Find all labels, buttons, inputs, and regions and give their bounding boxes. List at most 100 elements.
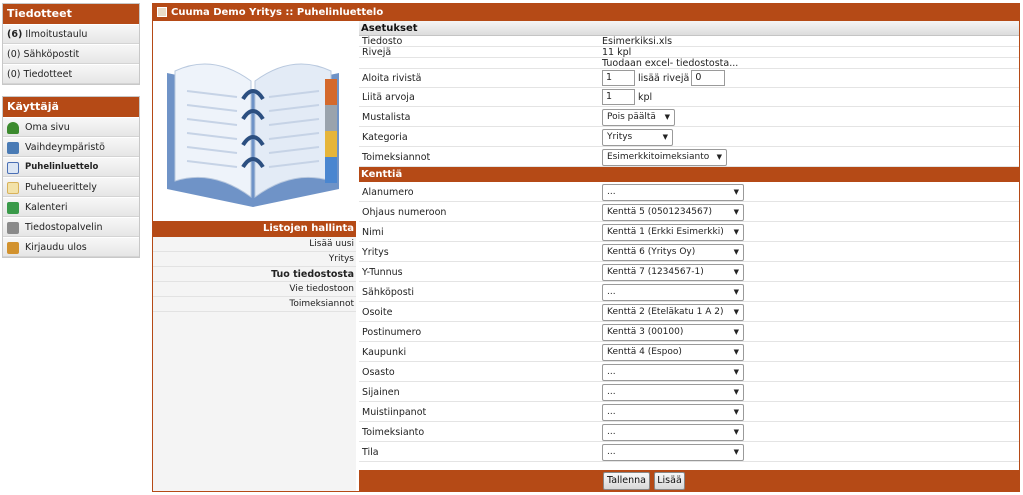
sidebar-item-label: Tiedotteet xyxy=(23,69,73,80)
start-row-label: Aloita rivistä xyxy=(362,73,422,84)
dropdown-arrow-icon: ▼ xyxy=(716,153,722,161)
start-row-input[interactable]: 1 xyxy=(602,70,635,86)
category-select[interactable]: Yritys ▼ xyxy=(602,129,673,146)
importing-status-text: Tuodaan excel- tiedostosta... xyxy=(602,58,739,69)
rows-label: Rivejä xyxy=(362,47,392,58)
sidebar-item-label: Oma sivu xyxy=(25,122,70,133)
blacklist-select[interactable]: Pois päältä ▼ xyxy=(602,109,675,126)
field-mapping-select[interactable]: Kenttä 4 (Espoo) ▼ xyxy=(602,344,744,361)
field-mapping-value: ... xyxy=(607,407,616,417)
field-mapping-select[interactable]: Kenttä 6 (Yritys Oy) ▼ xyxy=(602,244,744,261)
book-illustration-area xyxy=(153,21,356,221)
field-mapping-select[interactable]: ... ▼ xyxy=(602,384,744,401)
field-label: Kaupunki xyxy=(362,347,407,358)
field-mapping-select[interactable]: ... ▼ xyxy=(602,364,744,381)
app-icon xyxy=(157,7,167,17)
sidebar-item-ilmoitustaulu[interactable]: (6) Ilmoitustaulu xyxy=(3,24,139,44)
dropdown-arrow-icon: ▼ xyxy=(733,348,739,356)
menu-link-add-new[interactable]: Lisää uusi xyxy=(153,237,356,252)
sidebar-item-vaihdeymparisto[interactable]: Vaihdeympäristö xyxy=(3,137,139,157)
field-mapping-select[interactable]: Kenttä 3 (00100) ▼ xyxy=(602,324,744,341)
save-button[interactable]: Tallenna xyxy=(603,472,650,490)
calendar-icon xyxy=(7,201,19,214)
assignments-row: Toimeksiannot Esimerkkitoimeksianto ▼ xyxy=(359,147,1019,167)
dropdown-arrow-icon: ▼ xyxy=(733,328,739,336)
field-label: Yritys xyxy=(362,247,389,258)
attach-values-controls: 1 kpl xyxy=(602,89,654,105)
attach-values-unit: kpl xyxy=(638,91,653,103)
blacklist-row: Mustalista Pois päältä ▼ xyxy=(359,107,1019,127)
sidebar-item-label: Ilmoitustaulu xyxy=(25,29,88,40)
field-mapping-value: Kenttä 3 (00100) xyxy=(607,327,684,337)
field-label: Y-Tunnus xyxy=(362,267,403,278)
field-row: Sijainen ... ▼ xyxy=(359,382,1019,402)
field-label: Sijainen xyxy=(362,387,400,398)
add-rows-input[interactable]: 0 xyxy=(691,70,726,86)
blacklist-select-value: Pois päältä xyxy=(607,112,656,122)
attach-values-row: Liitä arvoja 1 kpl xyxy=(359,88,1019,107)
field-mapping-select[interactable]: Kenttä 7 (1234567-1) ▼ xyxy=(602,264,744,281)
sidebar-item-label: Kalenteri xyxy=(25,202,68,213)
dropdown-arrow-icon: ▼ xyxy=(733,308,739,316)
field-mapping-value: ... xyxy=(607,427,616,437)
field-mapping-select[interactable]: ... ▼ xyxy=(602,404,744,421)
dropdown-arrow-icon: ▼ xyxy=(733,428,739,436)
sidebar-item-count: (0) xyxy=(7,69,21,80)
field-mapping-select[interactable]: ... ▼ xyxy=(602,184,744,201)
field-mapping-select[interactable]: ... ▼ xyxy=(602,444,744,461)
field-label: Sähköposti xyxy=(362,287,415,298)
dropdown-arrow-icon: ▼ xyxy=(733,248,739,256)
menu-link-export-file[interactable]: Vie tiedostoon xyxy=(153,282,356,297)
add-rows-label: lisää rivejä xyxy=(638,72,690,84)
settings-section-title: Asetukset xyxy=(359,21,1019,36)
field-mapping-select[interactable]: Kenttä 2 (Eteläkatu 1 A 2) ▼ xyxy=(602,304,744,321)
start-row-controls: 1 lisää rivejä 0 xyxy=(602,70,726,86)
dropdown-arrow-icon: ▼ xyxy=(733,288,739,296)
sidebar-item-label: Puhelueerittely xyxy=(25,182,97,193)
attach-values-input[interactable]: 1 xyxy=(602,89,635,105)
sidebar-item-puhelueerittely[interactable]: Puhelueerittely xyxy=(3,177,139,197)
assignments-select[interactable]: Esimerkkitoimeksianto ▼ xyxy=(602,149,727,166)
sidebar-item-label: Tiedostopalvelin xyxy=(25,222,103,233)
dropdown-arrow-icon: ▼ xyxy=(733,448,739,456)
sidebar-item-kalenteri[interactable]: Kalenteri xyxy=(3,197,139,217)
dropdown-arrow-icon: ▼ xyxy=(664,113,670,121)
menu-link-assignments[interactable]: Toimeksiannot xyxy=(153,297,356,312)
sidebar-item-sahkopostit[interactable]: (0) Sähköpostit xyxy=(3,44,139,64)
sidebar-user-title: Käyttäjä xyxy=(3,97,139,117)
phonebook-icon xyxy=(7,161,19,174)
sidebar-item-oma-sivu[interactable]: Oma sivu xyxy=(3,117,139,137)
form-footer-bar: Tallenna Lisää xyxy=(359,470,1019,491)
field-label: Osoite xyxy=(362,307,393,318)
field-mapping-value: ... xyxy=(607,187,616,197)
field-row: Toimeksianto... ▼ xyxy=(359,422,1019,442)
sidebar-item-count: (6) xyxy=(7,29,23,40)
import-form: Asetukset Tiedosto Esimerkiksi.xls Rivej… xyxy=(359,21,1019,491)
field-mapping-select[interactable]: Kenttä 1 (Erkki Esimerkki) ▼ xyxy=(602,224,744,241)
add-button[interactable]: Lisää xyxy=(654,472,685,490)
field-mapping-value: Kenttä 1 (Erkki Esimerkki) xyxy=(607,227,724,237)
left-column: Listojen hallinta Lisää uusi Yritys Tuo … xyxy=(153,21,356,491)
field-mapping-value: Kenttä 4 (Espoo) xyxy=(607,347,682,357)
field-mapping-select[interactable]: ... ▼ xyxy=(602,284,744,301)
menu-link-import-file[interactable]: Tuo tiedostosta xyxy=(153,267,356,282)
sidebar-item-tiedostopalvelin[interactable]: Tiedostopalvelin xyxy=(3,217,139,237)
sidebar-item-tiedotteet[interactable]: (0) Tiedotteet xyxy=(3,64,139,84)
start-row-row: Aloita rivistä 1 lisää rivejä 0 xyxy=(359,69,1019,88)
rows-count-row: Rivejä 11 kpl xyxy=(359,47,1019,58)
sidebar-item-puhelinluettelo[interactable]: Puhelinluettelo xyxy=(3,157,139,177)
sidebar-item-kirjaudu-ulos[interactable]: Kirjaudu ulos xyxy=(3,237,139,257)
switchboard-icon xyxy=(7,141,19,154)
menu-link-company[interactable]: Yritys xyxy=(153,252,356,267)
dropdown-arrow-icon: ▼ xyxy=(733,188,739,196)
list-management-menu: Listojen hallinta Lisää uusi Yritys Tuo … xyxy=(153,221,356,491)
dropdown-arrow-icon: ▼ xyxy=(733,268,739,276)
dropdown-arrow-icon: ▼ xyxy=(662,133,668,141)
blacklist-label: Mustalista xyxy=(362,112,411,123)
field-mapping-select[interactable]: Kenttä 5 (0501234567) ▼ xyxy=(602,204,744,221)
field-row: Alanumero... ▼ xyxy=(359,182,1019,202)
field-row: Muistiinpanot... ▼ xyxy=(359,402,1019,422)
open-book-icon xyxy=(167,63,339,207)
field-mapping-select[interactable]: ... ▼ xyxy=(602,424,744,441)
field-mapping-value: ... xyxy=(607,287,616,297)
